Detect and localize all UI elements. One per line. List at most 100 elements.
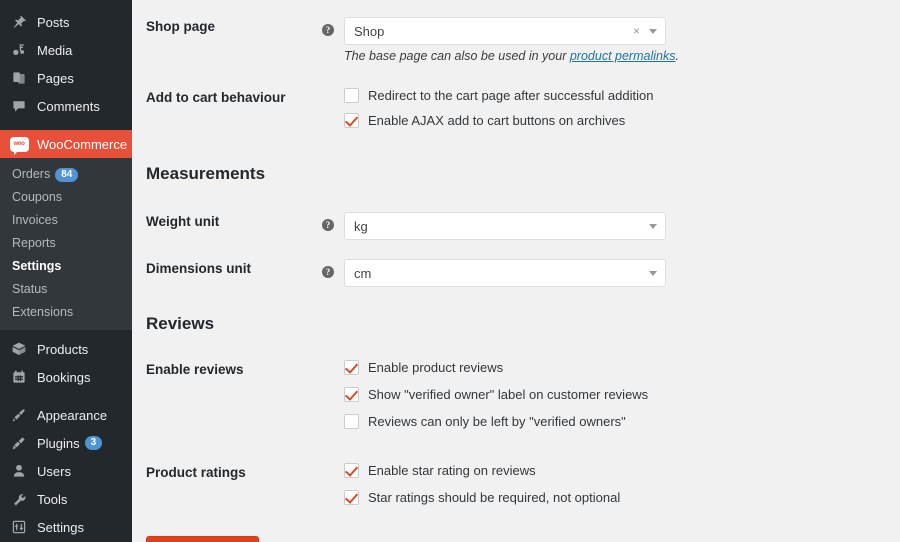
weight-unit-label: Weight unit [146, 214, 220, 229]
sidebar-item-label: Comments [37, 98, 100, 114]
sidebar-item-extensions[interactable]: Extensions [0, 301, 132, 324]
help-icon[interactable]: ? [322, 24, 334, 36]
sidebar-item-users[interactable]: Users [0, 457, 132, 485]
checkbox-row[interactable]: Reviews can only be left by "verified ow… [344, 414, 900, 429]
sidebar-item-label: Invoices [12, 213, 58, 227]
shop-page-label: Shop page [146, 19, 216, 34]
sidebar-item-settings[interactable]: Settings [0, 513, 132, 541]
sidebar-item-label: Status [12, 282, 48, 296]
sidebar-item-woocommerce[interactable]: woo WooCommerce [0, 130, 132, 158]
sidebar-item-label: Reports [12, 236, 56, 250]
checkbox-row[interactable]: Redirect to the cart page after successf… [344, 88, 900, 103]
weight-unit-select[interactable]: kg [344, 212, 666, 240]
show-verified-owner-label-checkbox[interactable] [344, 387, 359, 402]
sidebar-item-pages[interactable]: Pages [0, 64, 132, 92]
user-icon [9, 461, 29, 481]
sidebar-item-status[interactable]: Status [0, 278, 132, 301]
paintbrush-icon [9, 405, 29, 425]
dimensions-unit-select[interactable]: cm [344, 259, 666, 287]
sidebar-item-plugins[interactable]: Plugins 3 [0, 429, 132, 457]
reviews-heading: Reviews [146, 314, 215, 333]
field-row-product-ratings: Product ratings Enable star rating on re… [146, 463, 900, 505]
checkbox-label: Enable star rating on reviews [368, 463, 536, 478]
measurements-heading: Measurements [146, 164, 266, 183]
chevron-down-icon[interactable] [649, 223, 657, 229]
field-row-weight-unit: Weight unit ? kg [146, 212, 900, 240]
enable-reviews-label: Enable reviews [146, 362, 244, 377]
admin-sidebar: Posts Media Pages Comments woo WooCommer… [0, 0, 132, 542]
clear-icon[interactable]: × [633, 25, 640, 37]
sidebar-separator-1 [0, 120, 132, 130]
sidebar-item-tools[interactable]: Tools [0, 485, 132, 513]
comment-icon [9, 96, 29, 116]
redirect-to-cart-checkbox[interactable] [344, 88, 359, 103]
sidebar-item-label: Users [37, 463, 71, 479]
chevron-down-icon[interactable] [649, 28, 657, 34]
enable-star-rating-checkbox[interactable] [344, 463, 359, 478]
woocommerce-icon: woo [9, 134, 29, 155]
desc-text-after: . [675, 49, 679, 63]
field-row-add-to-cart: Add to cart behaviour Redirect to the ca… [146, 88, 900, 138]
reviews-verified-owners-only-checkbox[interactable] [344, 414, 359, 429]
checkbox-label: Redirect to the cart page after successf… [368, 88, 654, 103]
enable-product-reviews-checkbox[interactable] [344, 360, 359, 375]
product-permalinks-link[interactable]: product permalinks [570, 49, 676, 63]
weight-unit-value: kg [354, 218, 368, 234]
admin-screen: Posts Media Pages Comments woo WooCommer… [0, 0, 900, 542]
checkbox-label: Star ratings should be required, not opt… [368, 490, 621, 505]
media-icon [9, 40, 29, 60]
sidebar-item-label: Pages [37, 70, 74, 86]
sidebar-item-label: WooCommerce [37, 136, 128, 152]
help-icon[interactable]: ? [322, 219, 334, 231]
enable-ajax-add-to-cart-checkbox[interactable] [344, 113, 359, 128]
star-ratings-required-checkbox[interactable] [344, 490, 359, 505]
plug-icon [9, 433, 29, 453]
checkbox-row[interactable]: Enable product reviews [344, 360, 900, 375]
pages-icon [9, 68, 29, 88]
shop-page-description: The base page can also be used in your p… [344, 49, 900, 63]
add-to-cart-label: Add to cart behaviour [146, 90, 286, 105]
chevron-down-icon[interactable] [649, 270, 657, 276]
sidebar-item-label: Appearance [37, 407, 108, 423]
shop-page-select[interactable]: Shop × [344, 17, 666, 45]
plugins-count-badge: 3 [84, 436, 103, 450]
checkbox-row[interactable]: Enable star rating on reviews [344, 463, 900, 478]
box-icon [9, 339, 29, 359]
checkbox-row[interactable]: Star ratings should be required, not opt… [344, 490, 900, 505]
checkbox-row[interactable]: Enable AJAX add to cart buttons on archi… [344, 113, 900, 128]
sidebar-item-coupons[interactable]: Coupons [0, 186, 132, 209]
calendar-icon [9, 367, 29, 387]
sidebar-item-reports[interactable]: Reports [0, 232, 132, 255]
field-row-shop-page: Shop page ? Shop × The base page can als… [146, 17, 900, 63]
checkbox-label: Enable AJAX add to cart buttons on archi… [368, 113, 626, 128]
sidebar-item-label: Settings [12, 259, 62, 273]
sidebar-item-label: Media [37, 42, 73, 58]
sidebar-item-label: Products [37, 341, 89, 357]
product-ratings-label: Product ratings [146, 465, 246, 480]
sidebar-item-invoices[interactable]: Invoices [0, 209, 132, 232]
field-row-dimensions-unit: Dimensions unit ? cm [146, 259, 900, 287]
save-row: Save changes [146, 536, 900, 542]
sliders-icon [9, 517, 29, 537]
sidebar-item-label: Orders [12, 167, 51, 181]
sidebar-item-comments[interactable]: Comments [0, 92, 132, 120]
sidebar-item-posts[interactable]: Posts [0, 8, 132, 36]
sidebar-item-label: Settings [37, 519, 84, 535]
shop-page-value: Shop [354, 23, 385, 39]
sidebar-item-label: Bookings [37, 369, 91, 385]
sidebar-item-label: Plugins [37, 435, 80, 451]
sidebar-item-label: Coupons [12, 190, 63, 204]
sidebar-item-appearance[interactable]: Appearance [0, 401, 132, 429]
checkbox-label: Enable product reviews [368, 360, 504, 375]
sidebar-item-products[interactable]: Products [0, 335, 132, 363]
sidebar-item-settings-woo[interactable]: Settings [0, 255, 132, 278]
checkbox-label: Reviews can only be left by "verified ow… [368, 414, 626, 429]
checkbox-row[interactable]: Show "verified owner" label on customer … [344, 387, 900, 402]
pin-icon [9, 12, 29, 32]
sidebar-item-bookings[interactable]: Bookings [0, 363, 132, 391]
sidebar-item-media[interactable]: Media [0, 36, 132, 64]
woocommerce-submenu: Orders 84 Coupons Invoices Reports Settin… [0, 158, 132, 330]
sidebar-item-orders[interactable]: Orders 84 [0, 163, 132, 186]
help-icon[interactable]: ? [322, 266, 334, 278]
save-changes-button[interactable]: Save changes [146, 536, 259, 542]
